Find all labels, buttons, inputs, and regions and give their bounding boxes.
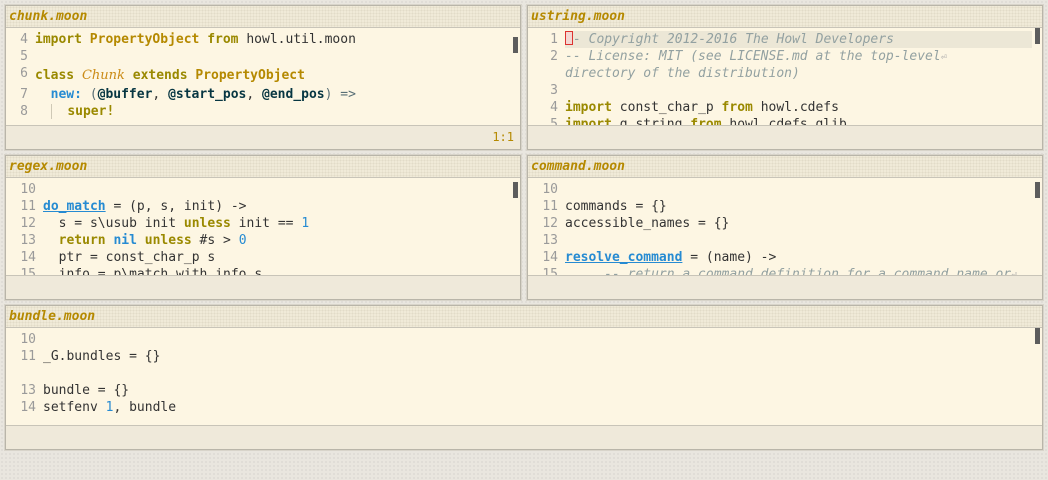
code-line-current: - Copyright 2012-2016 The Howl Developer… [565,31,1032,48]
code-line: commands = {} [565,199,667,214]
scrollbar-thumb[interactable] [1035,182,1040,198]
code-line: setfenv 1, bundle [43,400,177,415]
status-bar: 1:1 [6,125,520,149]
code-view[interactable]: 10 11 12 13 14 15 do_match = (p, s, init… [6,178,520,275]
scrollbar-thumb[interactable] [513,37,518,53]
line-number-gutter: 10 11 13 14 [20,332,36,415]
editor-pane-bundle[interactable]: bundle.moon 10 11 13 14 _G.bundles = {} … [5,305,1043,450]
line-number-gutter: 10 11 12 13 14 15 [20,182,36,275]
code-lines[interactable]: commands = {} accessible_names = {} reso… [565,178,1032,275]
code-line: info = p\match_with_info s [58,267,263,275]
status-bar [6,425,1042,449]
code-line: return nil unless #s > 0 [58,233,247,248]
pane-title: chunk.moon [6,6,520,28]
editor-pane-ustring[interactable]: ustring.moon 1 2 3 4 5 - Copyright 2012-… [527,5,1043,150]
code-line: resolve_command = (name) -> [565,250,777,265]
editor-pane-regex[interactable]: regex.moon 10 11 12 13 14 15 do_match = … [5,155,521,300]
code-line: ptr = const_char_p s [58,250,216,265]
editor-pane-command[interactable]: command.moon 10 11 12 13 14 15 commands … [527,155,1043,300]
code-line: bundle = {} [43,383,130,398]
pane-title: bundle.moon [6,306,1042,328]
code-line: super! [35,103,510,120]
code-lines[interactable]: import PropertyObject from howl.util.moo… [35,28,510,125]
code-view[interactable]: 10 11 13 14 _G.bundles = {} bundle = {} … [6,328,1042,425]
code-line: accessible_names = {} [565,216,730,231]
scrollbar-thumb[interactable] [513,182,518,198]
code-line: class Chunk extends PropertyObject [35,68,305,83]
code-line: -- License: MIT (see LICENSE.md at the t… [565,49,947,64]
code-line: do_match = (p, s, init) -> [43,199,247,214]
line-number-gutter: 4 5 6 7 8 [20,32,28,119]
code-line: -- return a command definition for a com… [565,266,1032,275]
code-view[interactable]: 4 5 6 7 8 import PropertyObject from how… [6,28,520,125]
text-cursor [565,31,573,45]
cursor-position: 1:1 [492,130,514,144]
code-line: new: (@buffer, @start_pos, @end_pos) => [50,87,356,102]
status-bar [6,275,520,299]
code-lines[interactable]: _G.bundles = {} bundle = {} setfenv 1, b… [43,328,1032,425]
scrollbar-thumb[interactable] [1035,328,1040,344]
status-bar [528,275,1042,299]
line-number-gutter: 10 11 12 13 14 15 [542,182,558,275]
code-lines[interactable]: - Copyright 2012-2016 The Howl Developer… [565,28,1032,125]
editor-pane-chunk[interactable]: chunk.moon 4 5 6 7 8 import PropertyObje… [5,5,521,150]
pane-title: ustring.moon [528,6,1042,28]
pane-title: regex.moon [6,156,520,178]
code-line: import PropertyObject from howl.util.moo… [35,32,356,47]
code-lines[interactable]: do_match = (p, s, init) -> s = s\usub in… [43,178,510,275]
code-line: directory of the distribution) [565,66,800,81]
line-number-gutter: 1 2 3 4 5 [550,32,558,125]
wrap-indicator-icon: ⏎ [940,52,947,63]
pane-title: command.moon [528,156,1042,178]
code-line: import const_char_p from howl.cdefs [565,100,839,115]
scrollbar-thumb[interactable] [1035,28,1040,44]
code-line: import g_string from howl.cdefs.glib [565,117,847,125]
code-line: s = s\usub init unless init == 1 [58,216,310,231]
code-view[interactable]: 1 2 3 4 5 - Copyright 2012-2016 The Howl… [528,28,1042,125]
code-line: _G.bundles = {} [43,349,161,364]
code-view[interactable]: 10 11 12 13 14 15 commands = {} accessib… [528,178,1042,275]
status-bar [528,125,1042,149]
